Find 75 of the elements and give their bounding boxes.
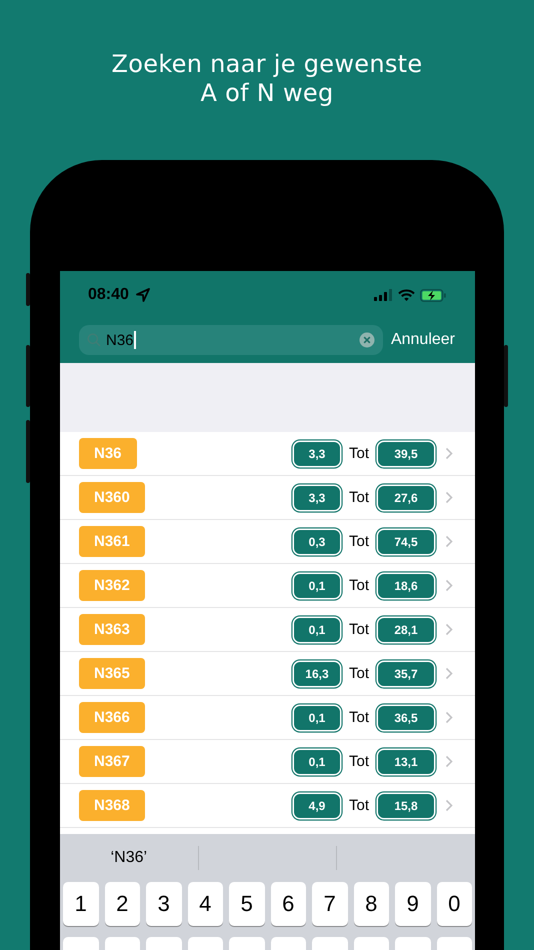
range-label: Tot: [348, 489, 369, 506]
road-badge: N367: [79, 746, 145, 777]
end-km-badge: 27,6: [378, 486, 434, 510]
wifi-icon: [398, 289, 415, 301]
start-km-badge: 0,1: [294, 750, 340, 774]
range-label: Tot: [348, 621, 369, 638]
range-label: Tot: [348, 445, 369, 462]
keyboard-key[interactable]: 6: [270, 882, 306, 926]
chevron-icon: [445, 579, 453, 592]
end-km-badge: 18,6: [378, 574, 434, 598]
chevron-icon: [445, 711, 453, 724]
range-label: Tot: [348, 665, 369, 682]
road-row[interactable]: N362 0,1 Tot 18,6: [60, 564, 475, 608]
suggestion[interactable]: ‘N36’: [60, 849, 198, 867]
keyboard-key[interactable]: 4: [188, 882, 223, 926]
keyboard-key[interactable]: 8: [354, 882, 389, 926]
road-badge: N363: [79, 614, 145, 645]
search-icon: [87, 333, 101, 347]
road-row[interactable]: N360 3,3 Tot 27,6: [60, 476, 475, 520]
end-km-badge: 39,5: [378, 442, 434, 466]
keyboard-key[interactable]: 1: [63, 882, 98, 926]
road-row[interactable]: N365 16,3 Tot 35,7: [60, 652, 475, 696]
chevron-icon: [445, 535, 453, 548]
clear-icon[interactable]: [358, 332, 375, 348]
road-badge: N361: [79, 526, 145, 557]
chevron-icon: [445, 623, 453, 636]
chevron-icon: [445, 667, 453, 680]
keyboard-key[interactable]: 7: [312, 882, 348, 926]
road-badge: N368: [79, 790, 145, 821]
chevron-icon: [445, 447, 453, 460]
keyboard-key[interactable]: 5: [229, 882, 264, 926]
headline: Zoeken naar je gewenste A of N weg: [112, 50, 422, 108]
start-km-badge: 0,3: [294, 530, 340, 554]
keyboard-key[interactable]: 3: [146, 882, 182, 926]
keyboard-key[interactable]: 9: [395, 882, 430, 926]
road-badge: N36: [79, 438, 137, 469]
keyboard-key[interactable]: 0: [436, 882, 472, 926]
road-badge: N365: [79, 658, 145, 689]
end-km-badge: 13,1: [378, 750, 434, 774]
chevron-icon: [445, 799, 453, 812]
road-row[interactable]: N36 3,3 Tot 39,5: [60, 432, 475, 476]
range-label: Tot: [348, 797, 369, 814]
end-km-badge: 28,1: [378, 618, 434, 642]
road-badge: N366: [79, 702, 145, 733]
status-time: 08:40: [88, 286, 129, 304]
search-field[interactable]: N36: [79, 325, 383, 355]
start-km-badge: 0,1: [294, 618, 340, 642]
location-arrow-icon: [136, 288, 150, 302]
road-row[interactable]: N367 0,1 Tot 13,1: [60, 740, 475, 784]
road-badge: N360: [79, 482, 145, 513]
range-label: Tot: [348, 753, 369, 770]
keyboard-key[interactable]: 2: [104, 882, 140, 926]
start-km-badge: 3,3: [294, 442, 340, 466]
end-km-badge: 15,8: [378, 794, 434, 818]
road-row[interactable]: N361 0,3 Tot 74,5: [60, 520, 475, 564]
chevron-icon: [445, 491, 453, 504]
range-label: Tot: [348, 577, 369, 594]
road-badge: N362: [79, 570, 145, 601]
start-km-badge: 3,3: [294, 486, 340, 510]
start-km-badge: 0,1: [294, 574, 340, 598]
end-km-badge: 74,5: [378, 530, 434, 554]
end-km-badge: 36,5: [378, 706, 434, 730]
road-row[interactable]: N368 4,9 Tot 15,8: [60, 784, 475, 828]
signal-icon: [374, 289, 393, 301]
range-label: Tot: [348, 533, 369, 550]
start-km-badge: 0,1: [294, 706, 340, 730]
chevron-icon: [445, 755, 453, 768]
start-km-badge: 4,9: [294, 794, 340, 818]
start-km-badge: 16,3: [294, 662, 340, 686]
battery-icon: [420, 288, 447, 302]
road-row[interactable]: N363 0,1 Tot 28,1: [60, 608, 475, 652]
road-row[interactable]: N366 0,1 Tot 36,5: [60, 696, 475, 740]
range-label: Tot: [348, 709, 369, 726]
end-km-badge: 35,7: [378, 662, 434, 686]
cancel-button[interactable]: Annuleer: [390, 331, 455, 349]
